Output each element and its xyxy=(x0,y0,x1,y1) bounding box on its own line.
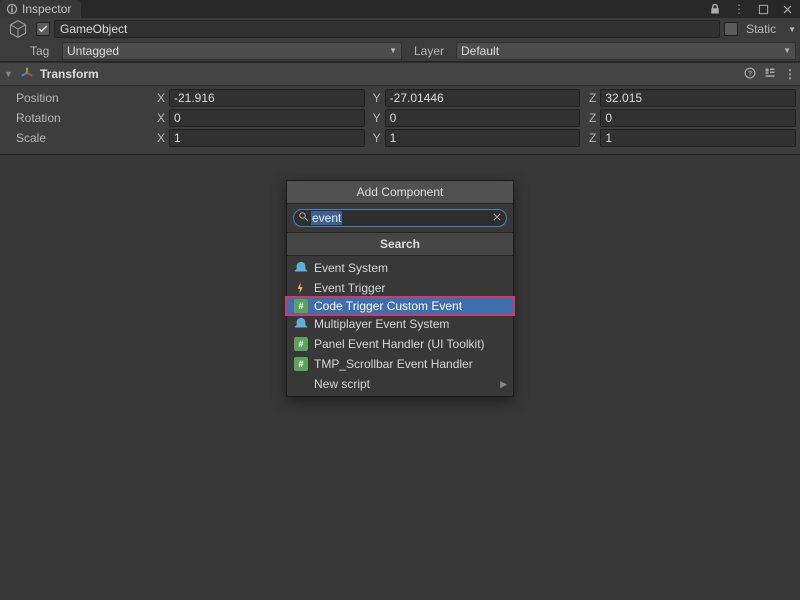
inspector-tabbar: Inspector ⋮ xyxy=(0,0,800,18)
position-row: Position X Y Z xyxy=(4,88,796,108)
axis-x: X xyxy=(149,91,169,105)
result-item-label: Panel Event Handler (UI Toolkit) xyxy=(314,337,485,351)
help-icon[interactable]: ? xyxy=(744,67,756,82)
clear-icon[interactable] xyxy=(492,211,502,225)
rotation-row: Rotation X Y Z xyxy=(4,108,796,128)
result-item[interactable]: # Panel Event Handler (UI Toolkit) xyxy=(287,334,513,354)
add-component-popup: Add Component event Search Event System E… xyxy=(286,180,514,397)
result-item[interactable]: # Code Trigger Custom Event xyxy=(285,296,515,316)
gameobject-icon[interactable] xyxy=(4,19,32,39)
transform-header[interactable]: ▼ Transform ? ⋮ xyxy=(0,62,800,86)
static-label: Static xyxy=(742,22,780,36)
results-list: Event System Event Trigger # Code Trigger C… xyxy=(287,256,513,396)
layer-value: Default xyxy=(461,44,499,58)
spacer xyxy=(0,155,800,171)
chevron-down-icon: ▼ xyxy=(779,46,791,55)
tag-layer-row: Tag Untagged ▼ Layer Default ▼ xyxy=(0,40,800,62)
search-icon xyxy=(298,211,309,225)
close-icon[interactable] xyxy=(780,2,794,16)
foldout-icon[interactable]: ▼ xyxy=(4,69,14,79)
layer-label: Layer xyxy=(404,44,454,58)
search-wrapper: event xyxy=(287,204,513,233)
search-input[interactable]: event xyxy=(309,211,492,225)
svg-text:?: ? xyxy=(748,70,752,77)
position-label: Position xyxy=(4,91,149,105)
result-item[interactable]: Multiplayer Event System xyxy=(287,314,513,334)
layer-dropdown[interactable]: Default ▼ xyxy=(456,42,796,60)
rotation-z-input[interactable] xyxy=(600,109,796,127)
cs-icon: # xyxy=(293,336,309,352)
cs-icon: # xyxy=(293,298,309,314)
result-item-label: Event System xyxy=(314,261,388,275)
scale-y-input[interactable] xyxy=(385,129,581,147)
axis-z: Z xyxy=(580,91,600,105)
search-heading: Search xyxy=(287,233,513,256)
position-x-input[interactable] xyxy=(169,89,365,107)
result-item-label: TMP_Scrollbar Event Handler xyxy=(314,357,473,371)
window-controls: ⋮ xyxy=(708,2,800,16)
transform-icon xyxy=(20,66,34,83)
lock-icon[interactable] xyxy=(708,2,722,16)
result-item[interactable]: Event System xyxy=(287,258,513,278)
preset-icon[interactable] xyxy=(764,67,776,82)
component-title: Transform xyxy=(40,67,738,81)
maximize-icon[interactable] xyxy=(756,2,770,16)
tag-value: Untagged xyxy=(67,44,119,58)
info-icon xyxy=(6,3,18,15)
name-input[interactable] xyxy=(54,20,720,38)
rotation-x-input[interactable] xyxy=(169,109,365,127)
tab-title: Inspector xyxy=(22,2,71,16)
axis-y: Y xyxy=(365,91,385,105)
result-item-label: Multiplayer Event System xyxy=(314,317,449,331)
menu-icon[interactable]: ⋮ xyxy=(732,2,746,16)
inspector-tab[interactable]: Inspector xyxy=(0,0,81,18)
none-icon xyxy=(293,376,309,392)
scale-row: Scale X Y Z xyxy=(4,128,796,148)
result-item[interactable]: Event Trigger xyxy=(287,278,513,298)
evtrigger-icon xyxy=(293,280,309,296)
chevron-down-icon: ▼ xyxy=(385,46,397,55)
rotation-label: Rotation xyxy=(4,111,149,125)
context-menu-icon[interactable]: ⋮ xyxy=(784,67,796,81)
search-box[interactable]: event xyxy=(293,209,507,227)
cs-icon: # xyxy=(293,356,309,372)
add-component-button[interactable]: Add Component xyxy=(287,181,513,204)
result-item[interactable]: # TMP_Scrollbar Event Handler xyxy=(287,354,513,374)
result-item-label: Event Trigger xyxy=(314,281,385,295)
event-icon xyxy=(293,260,309,276)
result-item-label: Code Trigger Custom Event xyxy=(314,299,462,313)
position-z-input[interactable] xyxy=(600,89,796,107)
position-y-input[interactable] xyxy=(385,89,581,107)
scale-label: Scale xyxy=(4,131,149,145)
tag-label: Tag xyxy=(0,44,60,58)
static-dropdown-arrow[interactable]: ▼ xyxy=(784,25,796,34)
gameobject-header: Static ▼ xyxy=(0,18,800,40)
scale-z-input[interactable] xyxy=(600,129,796,147)
rotation-y-input[interactable] xyxy=(385,109,581,127)
active-checkbox[interactable] xyxy=(36,22,50,36)
tag-dropdown[interactable]: Untagged ▼ xyxy=(62,42,402,60)
result-item-label: New script xyxy=(314,377,370,391)
chevron-right-icon: ▶ xyxy=(500,379,507,390)
transform-body: Position X Y Z Rotation X Y Z Scale X Y … xyxy=(0,86,800,155)
static-checkbox[interactable] xyxy=(724,22,738,36)
event-icon xyxy=(293,316,309,332)
result-item[interactable]: New script ▶ xyxy=(287,374,513,394)
scale-x-input[interactable] xyxy=(169,129,365,147)
